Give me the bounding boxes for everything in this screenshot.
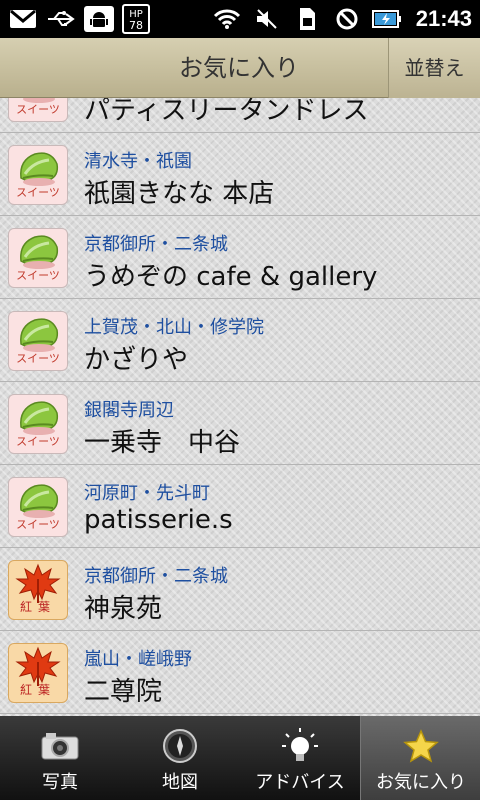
tab-bar: 写真 地図 アドバイス お気に入り [0,716,480,800]
tab-label: アドバイス [255,772,345,793]
camera-icon [40,728,80,764]
area-label: 京都御所・二条城 [84,234,228,255]
spot-name: 二尊院 [84,677,163,707]
favorites-list-inner: スイーツ パティスリータンドレス スイーツ 清水寺・祇園 祇園きなな 本店 スイーツ 京都御… [0,98,480,714]
compass-icon [160,728,200,764]
list-item[interactable]: スイーツ 京都御所・二条城うめぞの cafe & gallery [0,216,480,299]
clock: 21:43 [415,6,472,31]
list-item[interactable]: スイーツ 上賀茂・北山・修学院かざりや [0,299,480,382]
battery-charging-icon [371,6,402,32]
category-label: スイーツ [16,518,60,531]
title-bar: お気に入り 並替え [0,38,480,98]
tab-lightbulb[interactable]: アドバイス [240,716,360,800]
area-label: 上賀茂・北山・修学院 [84,317,264,338]
star-icon [401,728,441,764]
no-signal-icon [332,6,362,32]
area-label: 清水寺・祇園 [84,151,192,172]
spot-name: 祇園きなな 本店 [84,179,275,209]
wifi-icon [212,6,242,32]
maple-leaf-icon: 紅葉 [8,643,68,703]
category-label: スイーツ [16,269,60,282]
wagashi-icon: スイーツ [8,394,68,454]
area-label: 京都御所・二条城 [84,566,228,587]
category-label: 紅葉 [19,600,56,614]
spot-name: かざりや [84,345,189,375]
spot-name: うめぞの cafe & gallery [84,262,378,292]
spot-name: 一乗寺 中谷 [84,428,241,458]
lightbulb-icon [280,728,320,764]
area-label: 銀閣寺周辺 [84,400,174,421]
favorites-list[interactable]: スイーツ パティスリータンドレス スイーツ 清水寺・祇園 祇園きなな 本店 スイーツ 京都御… [0,98,480,716]
tab-compass[interactable]: 地図 [120,716,240,800]
gmail-icon [8,6,38,32]
android-debug-icon [84,6,114,32]
tab-star[interactable]: お気に入り [360,716,480,800]
list-item[interactable]: スイーツ 清水寺・祇園祇園きなな 本店 [0,133,480,216]
tab-camera[interactable]: 写真 [0,716,120,800]
category-label: スイーツ [16,352,60,365]
wagashi-icon: スイーツ [8,228,68,288]
wagashi-icon: スイーツ [8,311,68,371]
list-item[interactable]: 紅葉 京都御所・二条城神泉苑 [0,548,480,631]
tab-label: お気に入り [376,772,466,793]
maple-leaf-icon: 紅葉 [8,560,68,620]
wagashi-icon: スイーツ [8,98,68,122]
list-item[interactable]: スイーツ 河原町・先斗町 patisserie.s [0,465,480,548]
area-label: 河原町・先斗町 [84,483,210,504]
status-bar: HP 78 21:43 [0,0,480,38]
svg-text:78: 78 [129,19,143,32]
list-item[interactable]: 紅葉 嵐山・嵯峨野二尊院 [0,631,480,714]
area-label: 嵐山・嵯峨野 [84,649,192,670]
hp-badge-icon: HP 78 [122,4,150,34]
list-item[interactable]: スイーツ 銀閣寺周辺一乗寺 中谷 [0,382,480,465]
spot-name: patisserie.s [84,505,233,535]
sort-button[interactable]: 並替え [388,38,480,98]
list-item[interactable]: スイーツ パティスリータンドレス [0,98,480,133]
spot-name: 神泉苑 [84,594,163,624]
sim-icon [292,6,322,32]
category-label: 紅葉 [19,683,56,697]
usb-icon [46,6,76,32]
wagashi-icon: スイーツ [8,145,68,205]
vibrate-mute-icon [252,6,282,32]
category-label: スイーツ [16,186,60,199]
spot-name: パティスリータンドレス [84,98,369,126]
category-label: スイーツ [16,435,60,448]
category-label: スイーツ [16,103,60,116]
tab-label: 地図 [162,772,198,793]
wagashi-icon: スイーツ [8,477,68,537]
tab-label: 写真 [42,772,78,793]
